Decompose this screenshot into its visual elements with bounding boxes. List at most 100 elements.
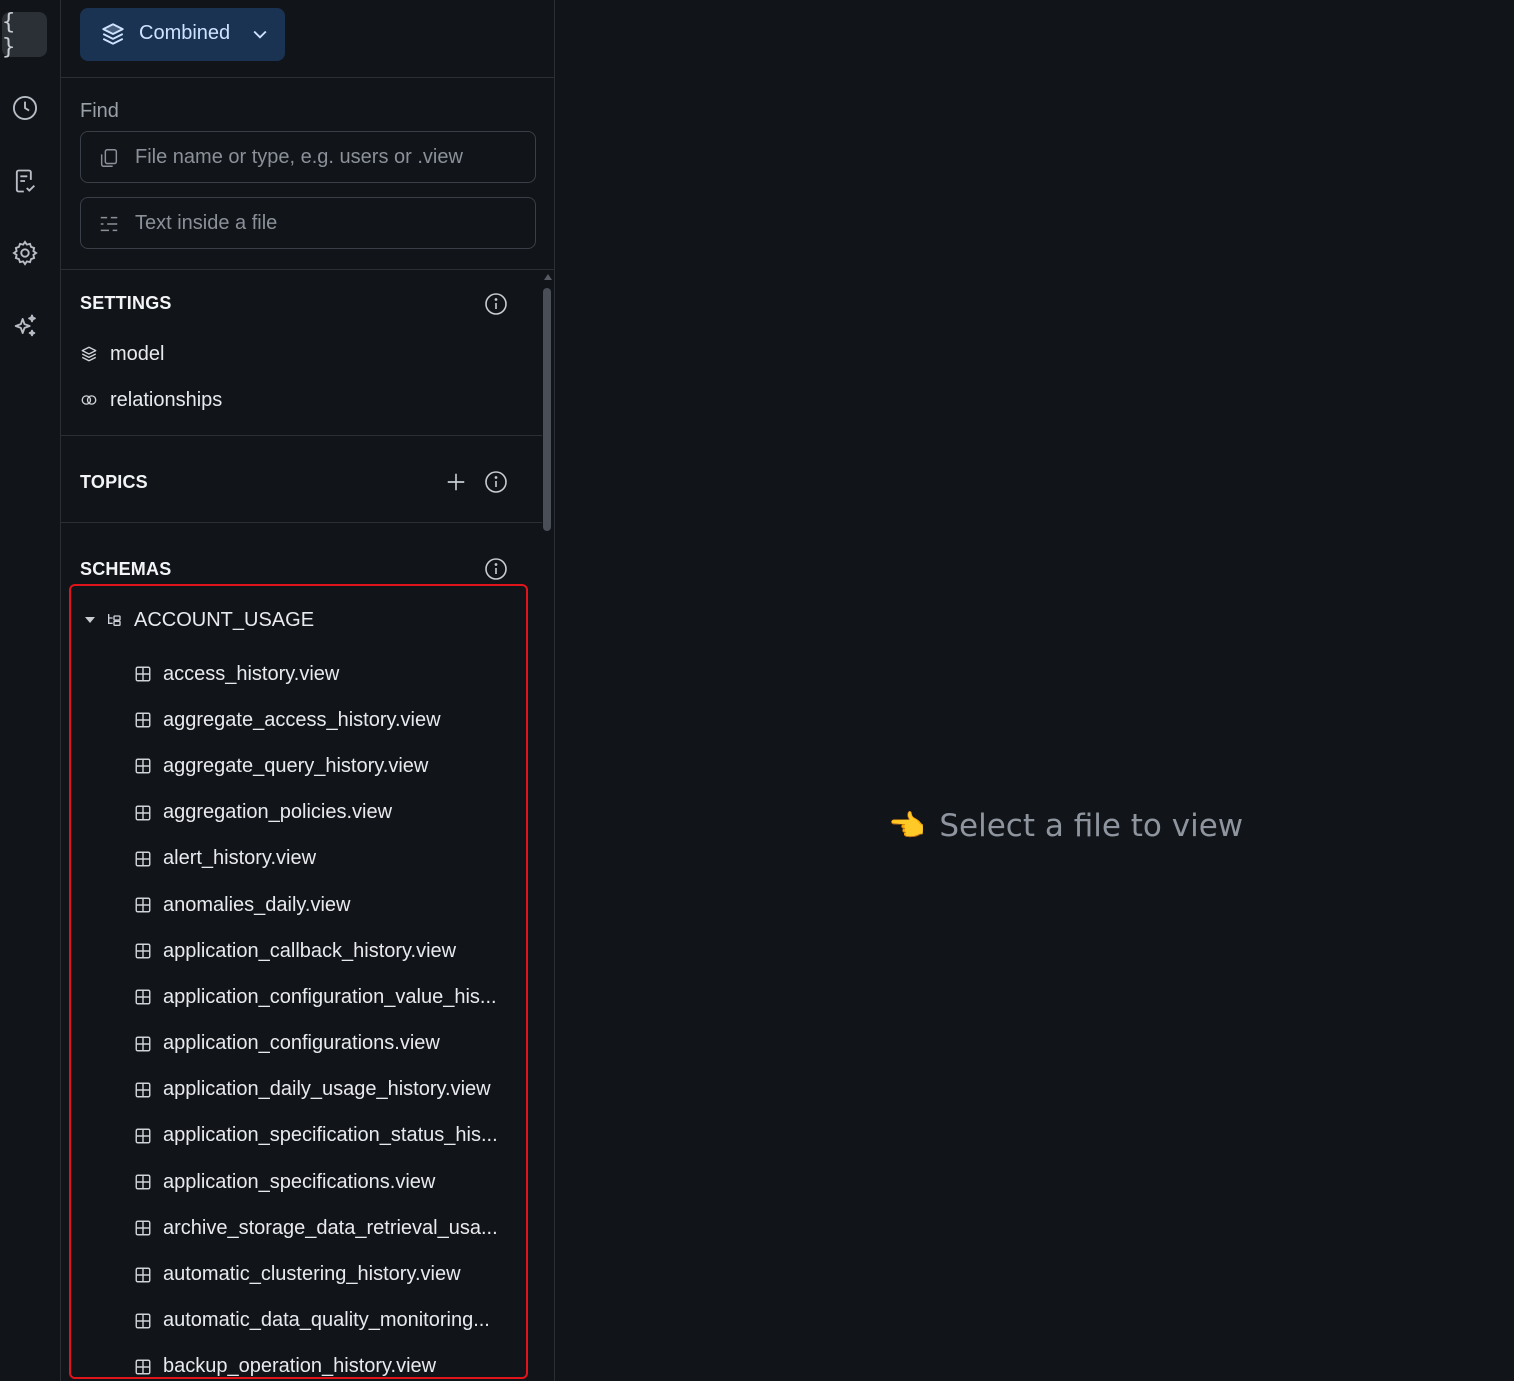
settings-item-relationships[interactable]: relationships [80, 385, 222, 415]
caret-down-icon[interactable] [85, 617, 95, 623]
clock-icon [12, 95, 37, 120]
section-divider [61, 435, 542, 436]
table-icon [135, 1220, 151, 1236]
link-icon [81, 395, 97, 405]
table-icon [135, 1359, 151, 1375]
find-label: Find [80, 100, 119, 122]
section-divider [61, 522, 542, 523]
table-icon [135, 666, 151, 682]
mode-dropdown-button[interactable]: Combined [80, 8, 285, 61]
schema-root-label: ACCOUNT_USAGE [134, 608, 315, 631]
table-icon [135, 943, 151, 959]
sparkle-icon [14, 314, 36, 336]
layers-icon [81, 346, 97, 362]
file-name-search-input[interactable] [133, 140, 523, 174]
settings-button[interactable] [2, 230, 47, 275]
file-name-label: access_history.view [163, 662, 340, 685]
table-icon [135, 759, 151, 774]
file-list-item[interactable]: application_callback_history.view [134, 928, 534, 974]
file-list-item[interactable]: application_specifications.view [134, 1159, 534, 1205]
scroll-up-arrow-icon[interactable] [544, 274, 552, 280]
text-search-field[interactable] [80, 197, 536, 249]
layers-icon [102, 23, 124, 45]
file-list-item[interactable]: anomalies_daily.view [134, 882, 534, 928]
file-name-search-field[interactable] [80, 131, 536, 183]
main-content-panel: 👈 Select a file to view [556, 0, 1514, 1381]
file-name-label: automatic_clustering_history.view [163, 1263, 461, 1286]
file-name-label: application_specification_status_his... [163, 1124, 498, 1147]
file-name-label: application_daily_usage_history.view [163, 1078, 491, 1101]
file-list-item[interactable]: application_specification_status_his... [134, 1113, 534, 1159]
settings-item-label: relationships [110, 388, 223, 411]
schema-file-list: access_history.view aggregate_access_hist… [134, 651, 534, 1381]
icon-rail: { } [0, 0, 61, 1381]
schemas-section-title: SCHEMAS [80, 559, 172, 579]
settings-item-model[interactable]: model [80, 339, 164, 369]
copy-files-icon [100, 149, 118, 167]
table-icon [135, 1128, 151, 1144]
schema-tree-root[interactable]: ACCOUNT_USAGE [80, 605, 314, 635]
table-icon [135, 989, 151, 1005]
table-icon [135, 1036, 151, 1052]
topics-section-title: TOPICS [80, 472, 148, 492]
sidebar-header: Combined [61, 0, 554, 78]
file-list-item[interactable]: automatic_data_quality_monitoring... [134, 1298, 534, 1344]
file-list-item[interactable]: backup_operation_history.view [134, 1344, 534, 1381]
scrollbar-thumb[interactable] [543, 288, 551, 531]
file-name-label: automatic_data_quality_monitoring... [163, 1309, 490, 1332]
file-name-label: archive_storage_data_retrieval_usa... [163, 1216, 498, 1239]
table-icon [135, 805, 151, 821]
pointing-hand-icon: 👈 [888, 808, 926, 844]
file-check-icon [15, 169, 35, 192]
table-icon [135, 1082, 151, 1098]
text-search-input[interactable] [133, 206, 523, 240]
file-name-label: aggregate_access_history.view [163, 708, 441, 731]
table-icon [135, 1267, 151, 1282]
file-name-label: application_configuration_value_his... [163, 985, 497, 1008]
file-list-item[interactable]: aggregation_policies.view [134, 790, 534, 836]
history-button[interactable] [2, 85, 47, 130]
file-name-label: application_specifications.view [163, 1170, 436, 1193]
settings-info-icon[interactable] [484, 292, 508, 316]
file-list-item[interactable]: alert_history.view [134, 836, 534, 882]
file-list-item[interactable]: application_configurations.view [134, 1021, 534, 1067]
validation-button[interactable] [2, 158, 47, 203]
code-braces-icon: { } [2, 9, 18, 60]
empty-state-text: Select a file to view [939, 808, 1244, 844]
file-list-item[interactable]: application_configuration_value_his... [134, 974, 534, 1020]
settings-item-label: model [110, 342, 165, 365]
file-name-label: backup_operation_history.view [163, 1355, 437, 1378]
file-list-item[interactable]: access_history.view [134, 651, 534, 697]
chevron-down-icon [253, 30, 267, 39]
table-icon [135, 851, 151, 867]
table-icon [135, 712, 151, 728]
file-list-item[interactable]: application_daily_usage_history.view [134, 1067, 534, 1113]
file-name-label: application_configurations.view [163, 1032, 440, 1055]
text-filter-icon [100, 216, 118, 232]
topics-info-icon[interactable] [484, 470, 508, 494]
file-name-label: application_callback_history.view [163, 939, 457, 962]
ai-button[interactable] [2, 303, 47, 348]
file-list-item[interactable]: aggregate_access_history.view [134, 697, 534, 743]
file-list-item[interactable]: archive_storage_data_retrieval_usa... [134, 1205, 534, 1251]
gear-icon [11, 239, 38, 266]
table-icon [135, 1174, 151, 1190]
table-icon [135, 897, 151, 913]
add-topic-plus-icon[interactable] [445, 471, 467, 493]
file-name-label: aggregation_policies.view [163, 801, 393, 824]
settings-section-title: SETTINGS [80, 293, 172, 313]
file-list-item[interactable]: automatic_clustering_history.view [134, 1251, 534, 1297]
table-icon [135, 1313, 151, 1329]
file-list-item[interactable]: aggregate_query_history.view [134, 743, 534, 789]
file-name-label: aggregate_query_history.view [163, 754, 429, 777]
sidebar-scroll-area: SETTINGS model relationships TOPICS SCHE… [61, 271, 554, 1381]
schema-tree-icon [108, 614, 121, 626]
schemas-info-icon[interactable] [484, 557, 508, 581]
file-name-label: anomalies_daily.view [163, 893, 351, 916]
empty-state-message: 👈 Select a file to view [888, 808, 1243, 844]
mode-label: Combined [139, 22, 231, 44]
file-name-label: alert_history.view [163, 847, 317, 870]
find-section: Find [61, 78, 554, 270]
file-explorer-sidebar: Combined Find SETTINGS [61, 0, 555, 1381]
code-braces-button[interactable]: { } [2, 9, 47, 60]
